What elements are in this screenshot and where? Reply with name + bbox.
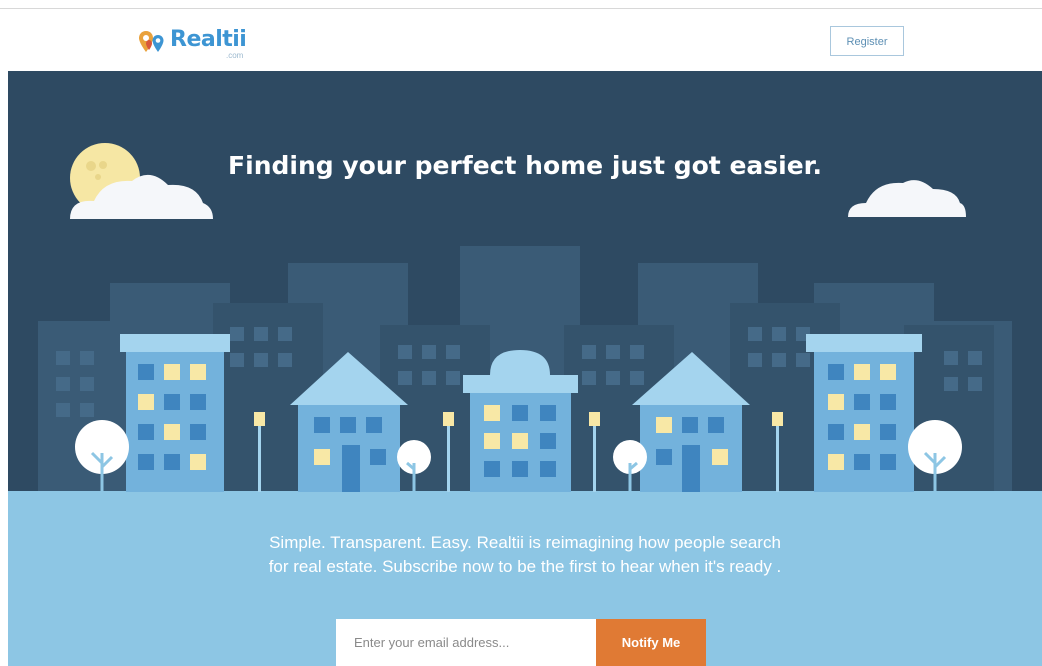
register-button[interactable]: Register <box>830 26 904 56</box>
site-header: Realtii .com Register <box>0 9 1042 71</box>
subscribe-form: Notify Me <box>336 619 706 666</box>
map-pins-icon <box>139 31 164 52</box>
hero-headline: Finding your perfect home just got easie… <box>228 151 822 180</box>
logo[interactable]: Realtii .com <box>138 25 258 60</box>
logo-subtext: .com <box>226 51 244 60</box>
building <box>120 334 230 492</box>
email-input[interactable] <box>336 619 596 666</box>
notify-me-button[interactable]: Notify Me <box>596 619 706 666</box>
tagline-line: Simple. Transparent. Easy. Realtii is re… <box>269 533 781 552</box>
logo-wordmark: Realtii <box>170 27 247 52</box>
hero-tagline: Simple. Transparent. Easy. Realtii is re… <box>8 531 1042 579</box>
hero-section: Finding your perfect home just got easie… <box>8 71 1042 666</box>
building <box>806 334 922 492</box>
tagline-line: for real estate. Subscribe now to be the… <box>268 557 782 576</box>
